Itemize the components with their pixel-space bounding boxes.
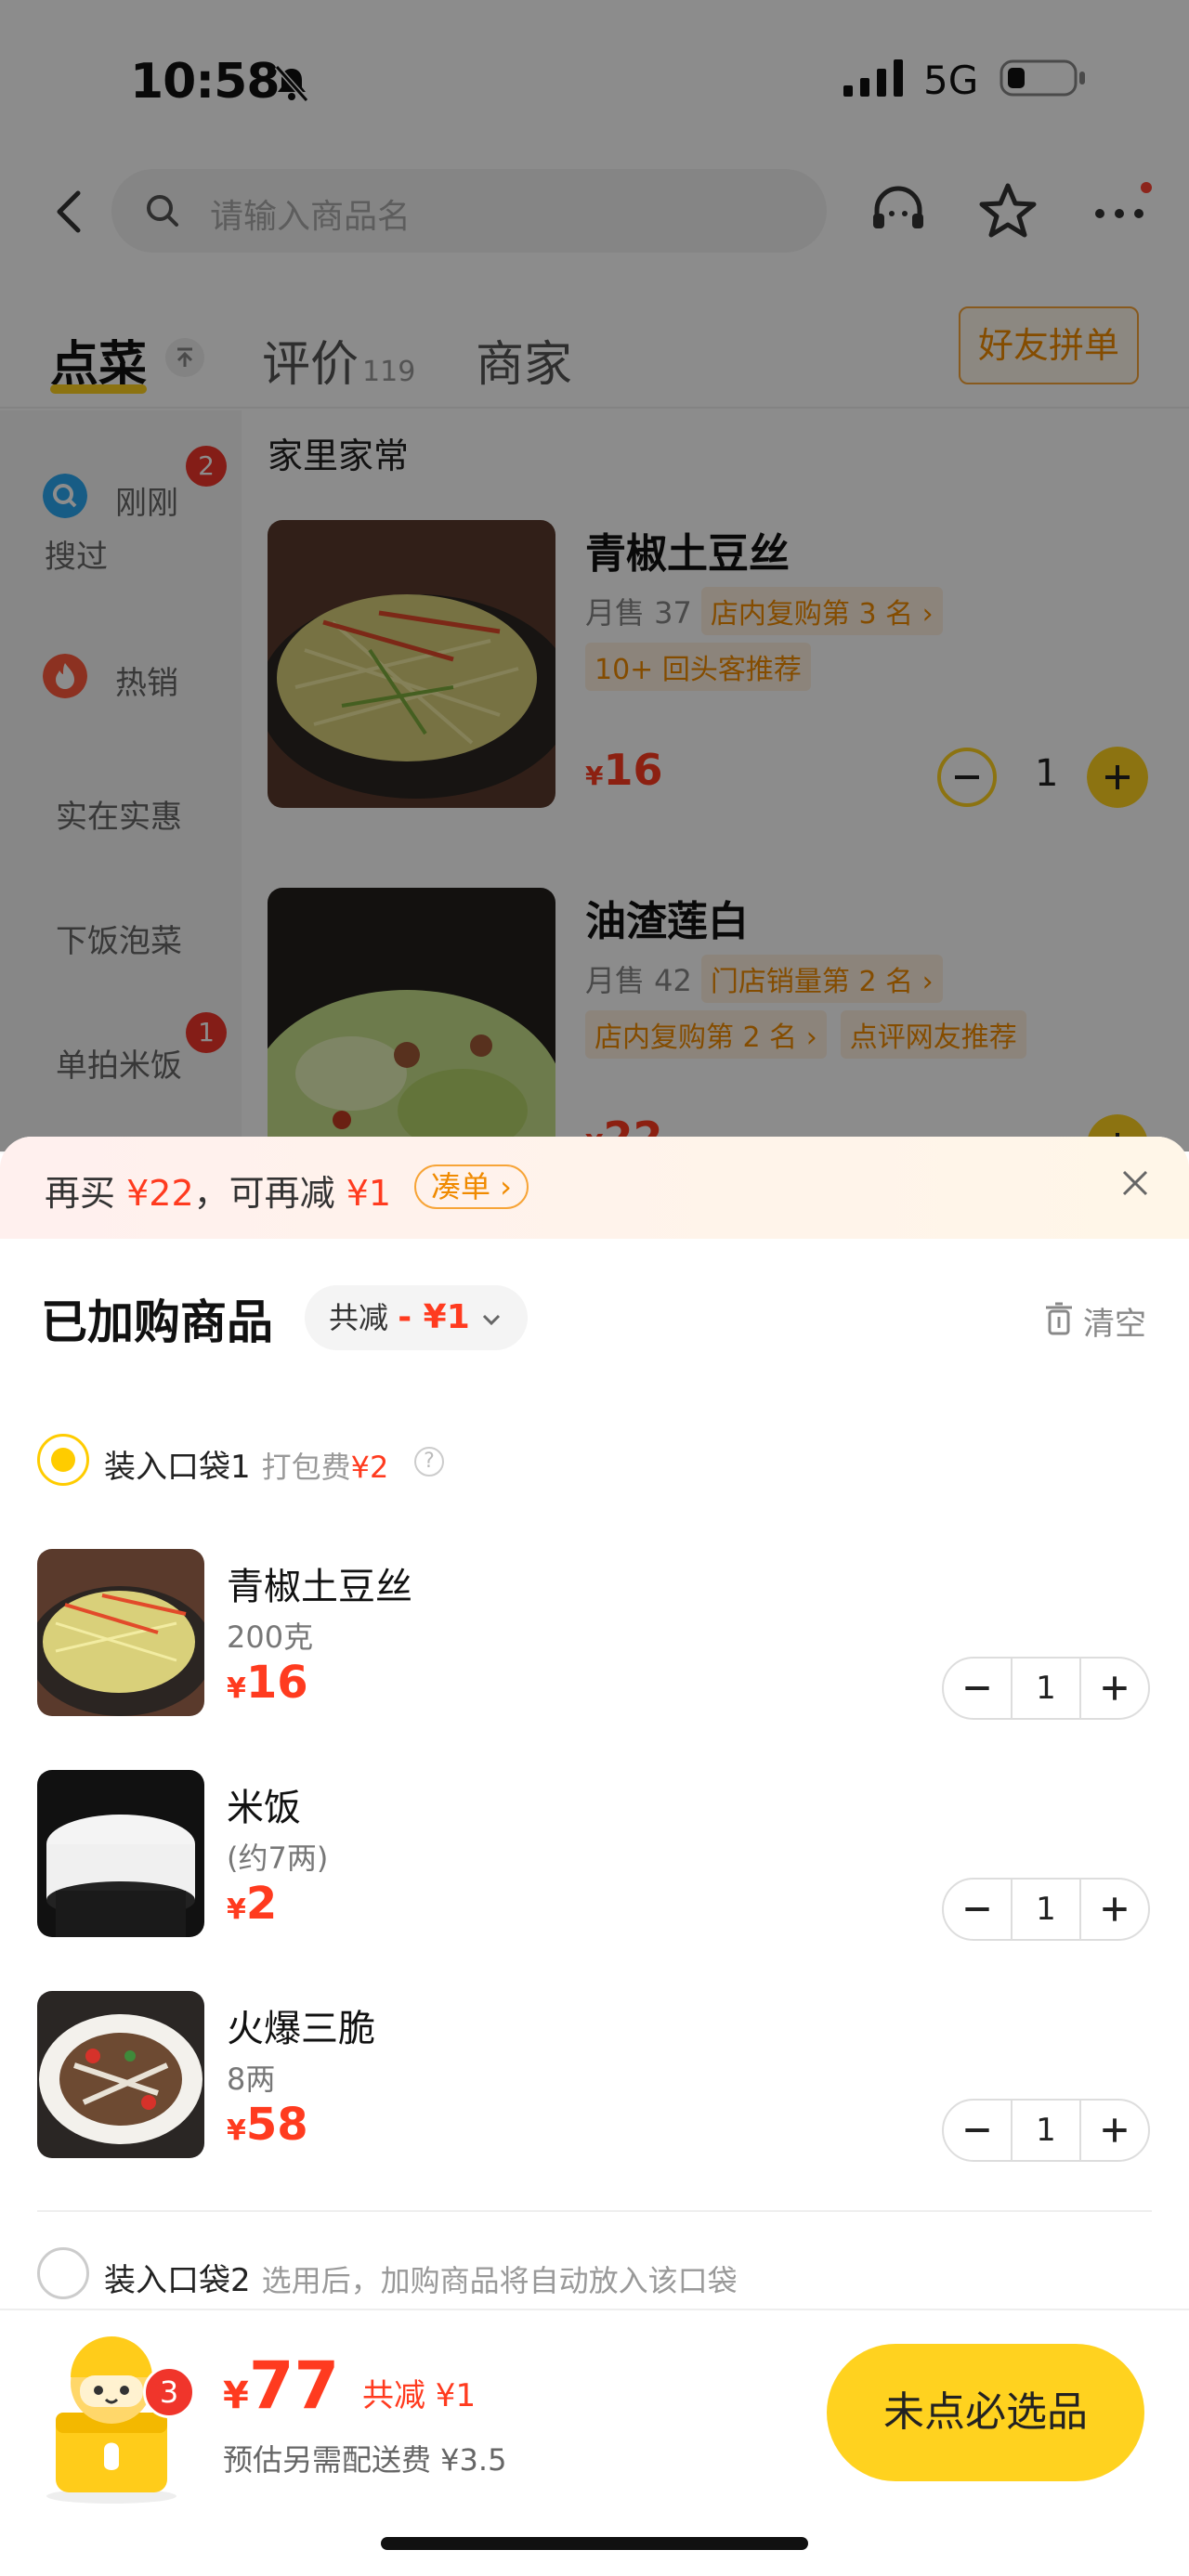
discount-label: 共减 bbox=[329, 1300, 389, 1335]
promo-text: 再买 ¥22，可再减 ¥1 bbox=[45, 1164, 391, 1216]
quantity-value[interactable]: 1 bbox=[1013, 1659, 1079, 1718]
item-price-value: 58 bbox=[245, 2099, 308, 2151]
item-name: 米饭 bbox=[227, 1787, 301, 1829]
item-currency: ¥ bbox=[227, 2114, 246, 2147]
bag-2[interactable]: 装入口袋2 选用后，加购商品将自动放入该口袋 bbox=[37, 2247, 1152, 2303]
quantity-stepper: 1 bbox=[942, 2099, 1150, 2162]
plus-button[interactable] bbox=[1079, 2101, 1148, 2160]
item-photo-rice bbox=[37, 1770, 204, 1937]
promo-amount: ¥22 bbox=[126, 1173, 194, 1214]
help-icon[interactable]: ? bbox=[414, 1447, 444, 1477]
item-photo-potato bbox=[37, 1549, 204, 1716]
item-price-value: 2 bbox=[245, 1878, 278, 1930]
cart-item: 火爆三脆 8两 ¥58 1 bbox=[37, 1991, 1152, 2162]
packing-fee-value: ¥2 bbox=[350, 1450, 389, 1485]
plus-button[interactable] bbox=[1079, 1880, 1148, 1939]
quantity-value[interactable]: 1 bbox=[1013, 1880, 1079, 1939]
close-icon[interactable] bbox=[1117, 1164, 1154, 1202]
discount-value: - ¥1 bbox=[398, 1298, 470, 1336]
minus-button[interactable] bbox=[944, 1880, 1013, 1939]
bag-1-name: 装入口袋1 bbox=[104, 1449, 251, 1486]
item-currency: ¥ bbox=[227, 1893, 246, 1926]
item-spec: 200克 bbox=[227, 1620, 314, 1655]
add-on-button[interactable]: 凑单 › bbox=[414, 1164, 529, 1209]
total-currency: ¥ bbox=[223, 2374, 249, 2417]
divider bbox=[37, 2210, 1152, 2212]
cart-count-badge: 3 bbox=[143, 2366, 195, 2418]
item-name: 火爆三脆 bbox=[227, 2008, 375, 2050]
promo-banner: 再买 ¥22，可再减 ¥1 凑单 › bbox=[0, 1137, 1189, 1239]
minus-button[interactable] bbox=[944, 2101, 1013, 2160]
bag-2-hint: 选用后，加购商品将自动放入该口袋 bbox=[261, 2263, 738, 2298]
promo-middle: ，可再减 bbox=[193, 1173, 346, 1214]
plus-button[interactable] bbox=[1079, 1659, 1148, 1718]
home-indicator bbox=[381, 2537, 808, 2550]
quantity-stepper: 1 bbox=[942, 1878, 1150, 1941]
item-price: ¥16 bbox=[227, 1657, 308, 1709]
bag-1-radio[interactable] bbox=[37, 1434, 89, 1486]
cart-title: 已加购商品 bbox=[41, 1295, 273, 1349]
total-value: 77 bbox=[248, 2348, 340, 2424]
modal-backdrop[interactable] bbox=[0, 0, 1189, 1151]
item-currency: ¥ bbox=[227, 1672, 246, 1705]
quantity-stepper: 1 bbox=[942, 1657, 1150, 1720]
promo-prefix: 再买 bbox=[45, 1173, 127, 1214]
store-page: 10:58 5G 请输入商品名 点菜 评价 119 商家 好友拼单 刚刚 搜过 … bbox=[0, 0, 1189, 1176]
checkout-bar: 3 ¥77 共减 ¥1 预估另需配送费 ¥3.5 未点必选品 bbox=[0, 2309, 1189, 2576]
total-discount: 共减 ¥1 bbox=[362, 2377, 477, 2414]
packing-fee: 打包费¥2 bbox=[262, 1450, 389, 1485]
bag-1-label: 装入口袋1 打包费¥2 bbox=[104, 1441, 388, 1487]
bag-1[interactable]: 装入口袋1 打包费¥2 ? bbox=[37, 1434, 1152, 1490]
packing-fee-label: 打包费 bbox=[261, 1450, 351, 1485]
item-price: ¥2 bbox=[227, 1878, 277, 1930]
bag-2-radio[interactable] bbox=[37, 2247, 89, 2299]
item-spec: (约7两) bbox=[227, 1841, 329, 1876]
delivery-fee: 预估另需配送费 ¥3.5 bbox=[223, 2442, 507, 2478]
trash-icon[interactable] bbox=[1042, 1300, 1076, 1337]
bag-2-label: 装入口袋2 选用后，加购商品将自动放入该口袋 bbox=[104, 2255, 738, 2300]
item-price: ¥58 bbox=[227, 2099, 308, 2151]
promo-discount: ¥1 bbox=[346, 1173, 392, 1214]
discount-summary[interactable]: 共减 - ¥1 bbox=[305, 1285, 528, 1350]
required-item-button[interactable]: 未点必选品 bbox=[827, 2344, 1144, 2481]
minus-button[interactable] bbox=[944, 1659, 1013, 1718]
total-price: ¥77 bbox=[223, 2348, 339, 2424]
chevron-down-icon bbox=[482, 1314, 500, 1326]
item-photo-sancui bbox=[37, 1991, 204, 2158]
item-spec: 8两 bbox=[227, 2062, 276, 2097]
clear-button[interactable]: 清空 bbox=[1083, 1298, 1146, 1344]
bag-2-name: 装入口袋2 bbox=[104, 2262, 251, 2299]
item-price-value: 16 bbox=[245, 1657, 308, 1709]
cart-item: 青椒土豆丝 200克 ¥16 1 bbox=[37, 1549, 1152, 1720]
cart-item: 米饭 (约7两) ¥2 1 bbox=[37, 1770, 1152, 1941]
quantity-value[interactable]: 1 bbox=[1013, 2101, 1079, 2160]
item-name: 青椒土豆丝 bbox=[227, 1566, 412, 1608]
